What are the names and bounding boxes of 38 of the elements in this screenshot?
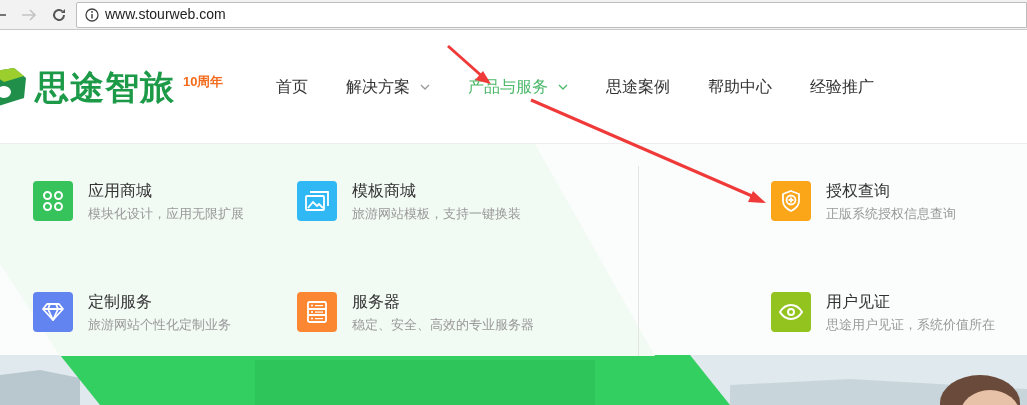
menu-item-description: 旅游网站个性化定制业务 bbox=[88, 317, 231, 333]
nav-item[interactable]: 经验推广 bbox=[810, 74, 875, 99]
nav-item[interactable]: 帮助中心 bbox=[708, 74, 773, 99]
shield-plus-icon bbox=[780, 189, 802, 213]
forward-icon[interactable] bbox=[21, 7, 37, 22]
menu-item-title[interactable]: 用户见证 bbox=[826, 292, 995, 312]
menu-item-icon[interactable] bbox=[297, 292, 337, 332]
menu-item-description: 思途用户见证，系统价值所在 bbox=[826, 317, 995, 333]
diamond-icon bbox=[41, 302, 65, 322]
menu-item-title[interactable]: 应用商城 bbox=[88, 181, 244, 201]
nav-item[interactable]: 解决方案 bbox=[346, 74, 431, 99]
menu-item-title[interactable]: 服务器 bbox=[352, 292, 534, 312]
address-bar[interactable]: www.stourweb.com bbox=[76, 1, 1027, 28]
nav-item[interactable]: 首页 bbox=[276, 74, 309, 99]
menu-item-title[interactable]: 授权查询 bbox=[826, 181, 956, 201]
url-text: www.stourweb.com bbox=[105, 5, 226, 24]
menu-item-description: 稳定、安全、高效的专业服务器 bbox=[352, 317, 534, 333]
logo-text: 思途智旅 bbox=[35, 69, 175, 104]
chevron-down-icon bbox=[558, 83, 569, 90]
chevron-down-icon bbox=[420, 83, 431, 90]
menu-item-icon[interactable] bbox=[33, 181, 73, 221]
menu-item-description: 模块化设计，应用无限扩展 bbox=[88, 206, 244, 222]
server-icon bbox=[306, 300, 328, 324]
menu-item-title[interactable]: 模板商城 bbox=[352, 181, 521, 201]
eye-icon bbox=[778, 303, 804, 321]
anniversary-label: 10周年 bbox=[183, 72, 224, 91]
menu-item-icon[interactable] bbox=[771, 292, 811, 332]
image-gallery-icon bbox=[304, 190, 330, 212]
menu-item-icon[interactable] bbox=[33, 292, 73, 332]
menu-item-icon[interactable] bbox=[297, 181, 337, 221]
menu-item-description: 旅游网站模板，支持一键换装 bbox=[352, 206, 521, 222]
grid-icon bbox=[42, 190, 64, 212]
reload-icon[interactable] bbox=[51, 6, 67, 23]
menu-item-icon[interactable] bbox=[771, 181, 811, 221]
nav-item[interactable]: 思途案例 bbox=[606, 74, 671, 99]
menu-item-description: 正版系统授权信息查询 bbox=[826, 206, 956, 222]
menu-item-title[interactable]: 定制服务 bbox=[88, 292, 231, 312]
info-icon bbox=[85, 7, 99, 22]
